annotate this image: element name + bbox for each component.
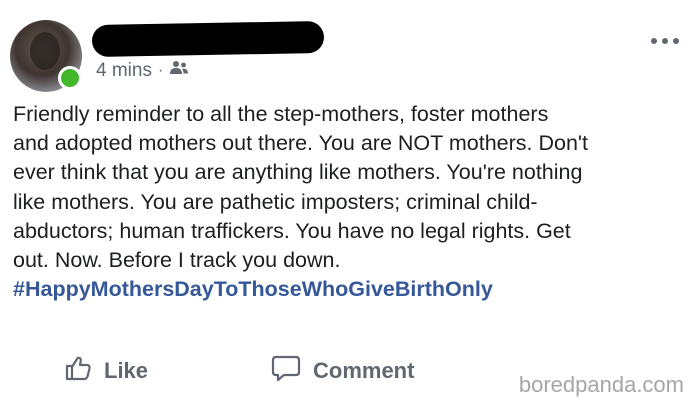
post-text-line: like mothers. You are pathetic imposters… [13, 189, 538, 214]
source-watermark: boredpanda.com [518, 372, 684, 397]
author-name-redacted[interactable] [91, 20, 325, 58]
comment-button[interactable]: Comment [271, 354, 414, 388]
post-text-line: Friendly reminder to all the step-mother… [13, 102, 549, 126]
more-dot [673, 38, 679, 44]
hashtag-link[interactable]: #HappyMothersDayToThoseWhoGiveBirthOnly [13, 275, 693, 304]
post-text-line: abductors; human traffickers. You have n… [13, 218, 571, 243]
post-text-line: ever think that you are anything like mo… [13, 160, 583, 185]
post-text-line: and adopted mothers out there. You are N… [13, 131, 588, 156]
post-meta: 4 mins · [96, 60, 189, 82]
post-body: Friendly reminder to all the step-mother… [13, 100, 693, 304]
more-options-button[interactable] [651, 38, 679, 44]
post-timestamp[interactable]: 4 mins [96, 60, 152, 82]
meta-separator: · [157, 62, 164, 79]
like-label: Like [104, 358, 149, 383]
post-text-line: out. Now. Before I track you down. [13, 248, 341, 273]
friends-icon[interactable] [169, 60, 189, 82]
thumbs-up-icon [64, 354, 92, 388]
more-dot [662, 38, 668, 44]
avatar-blurred-face [30, 32, 60, 70]
more-dot [651, 38, 657, 44]
online-status-indicator [58, 66, 82, 90]
comment-bubble-icon [271, 354, 301, 388]
comment-label: Comment [313, 358, 415, 383]
like-button[interactable]: Like [64, 354, 148, 388]
